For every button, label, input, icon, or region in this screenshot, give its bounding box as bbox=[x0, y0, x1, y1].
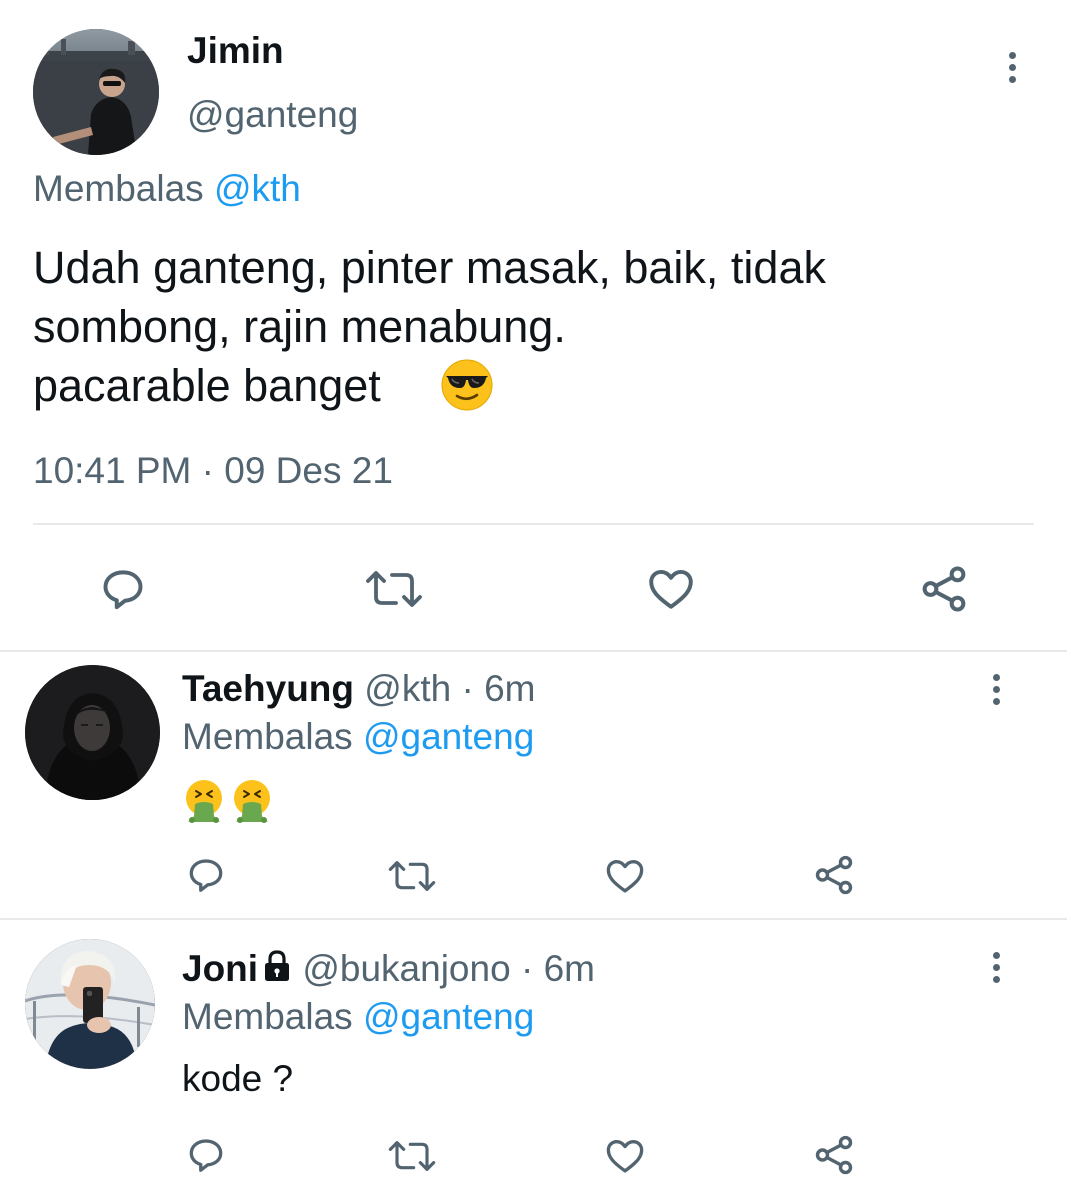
divider bbox=[0, 918, 1067, 920]
like-icon[interactable] bbox=[645, 564, 697, 614]
reply-icon[interactable] bbox=[185, 854, 227, 896]
replying-to-mention[interactable]: @kth bbox=[214, 168, 301, 209]
lock-icon bbox=[262, 949, 292, 983]
more-vertical-icon[interactable] bbox=[976, 664, 1016, 714]
nauseated-face-icon bbox=[181, 778, 227, 824]
reply-time[interactable]: 6m bbox=[484, 668, 535, 709]
avatar-joni[interactable] bbox=[25, 939, 155, 1069]
tweet-timestamp[interactable]: 10:41 PM · 09 Des 21 bbox=[33, 450, 393, 492]
replying-prefix: Membalas bbox=[33, 168, 204, 209]
author-handle[interactable]: @ganteng bbox=[187, 94, 358, 136]
reply-author-handle[interactable]: @bukanjono bbox=[302, 948, 510, 989]
replying-prefix: Membalas bbox=[182, 996, 353, 1037]
reply-author-name[interactable]: Taehyung bbox=[182, 668, 354, 709]
retweet-icon[interactable] bbox=[385, 1136, 439, 1176]
like-icon[interactable] bbox=[603, 1135, 647, 1177]
like-icon[interactable] bbox=[603, 855, 647, 897]
smiling-face-with-sunglasses-icon bbox=[440, 358, 494, 412]
replying-to-line: Membalas @kth bbox=[33, 168, 301, 210]
replying-to-mention[interactable]: @ganteng bbox=[363, 996, 534, 1037]
replying-to-line: Membalas @ganteng bbox=[182, 716, 534, 758]
reply-text: kode ? bbox=[182, 1058, 294, 1099]
more-vertical-icon[interactable] bbox=[976, 942, 1016, 992]
reply-icon[interactable] bbox=[98, 564, 148, 614]
avatar-jimin[interactable] bbox=[33, 29, 159, 155]
reply-icon[interactable] bbox=[185, 1134, 227, 1176]
replying-to-line: Membalas @ganteng bbox=[182, 996, 534, 1038]
divider bbox=[0, 650, 1067, 652]
divider bbox=[33, 523, 1034, 525]
tweet-text: Udah ganteng, pinter masak, baik, tidak … bbox=[33, 242, 826, 411]
separator-dot: · bbox=[461, 668, 474, 709]
author-name[interactable]: Jimin bbox=[187, 30, 284, 72]
reply-author-handle[interactable]: @kth bbox=[364, 668, 451, 709]
reply-author-name[interactable]: Joni bbox=[182, 948, 258, 989]
share-icon[interactable] bbox=[811, 1132, 857, 1178]
retweet-icon[interactable] bbox=[362, 564, 426, 614]
reply-header: Taehyung @kth · 6m bbox=[182, 668, 536, 710]
separator-dot: · bbox=[520, 948, 534, 989]
share-icon[interactable] bbox=[811, 852, 857, 898]
share-icon[interactable] bbox=[917, 562, 971, 616]
replying-prefix: Membalas bbox=[182, 716, 353, 757]
reply-time[interactable]: 6m bbox=[544, 948, 595, 989]
avatar-taehyung[interactable] bbox=[25, 665, 160, 800]
replying-to-mention[interactable]: @ganteng bbox=[363, 716, 534, 757]
reply-header: Joni @bukanjono · 6m bbox=[182, 948, 595, 990]
nauseated-face-icon bbox=[229, 778, 275, 824]
retweet-icon[interactable] bbox=[385, 856, 439, 896]
more-vertical-icon[interactable] bbox=[992, 42, 1032, 92]
